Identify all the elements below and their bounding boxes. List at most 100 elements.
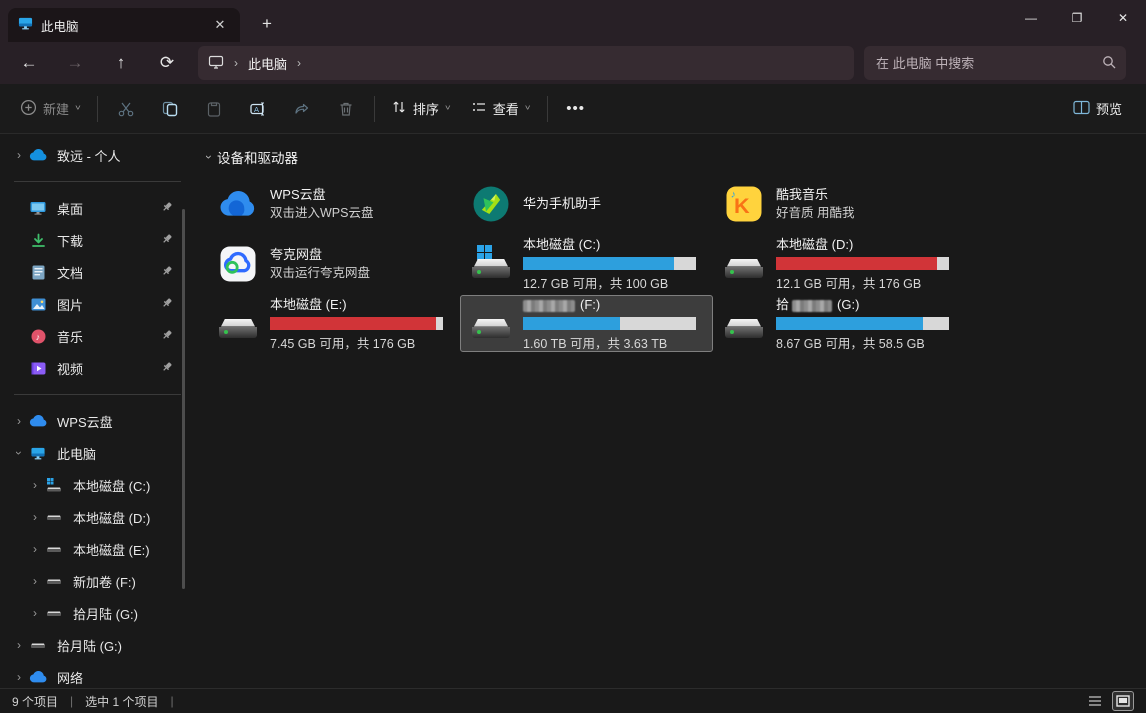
minimize-button[interactable]: — (1008, 0, 1054, 36)
new-tab-button[interactable]: + (254, 11, 280, 37)
back-button[interactable]: ← (12, 47, 46, 79)
sidebar-item-drive-c[interactable]: › 本地磁盘 (C:) (0, 469, 195, 501)
cloud-icon (28, 415, 48, 427)
large-icons-view-button[interactable] (1112, 691, 1134, 711)
chevron-right-icon[interactable]: › (26, 606, 44, 620)
share-button[interactable] (280, 92, 324, 126)
item-kuwo-music[interactable]: K♪ 酷我音乐 好音质 用酷我 (713, 175, 966, 232)
sidebar-item-label: 此电脑 (57, 444, 96, 463)
chevron-right-icon[interactable]: › (297, 56, 301, 70)
sidebar-item-drive-g[interactable]: › 拾月陆 (G:) (0, 597, 195, 629)
sidebar-item-label: 新加卷 (F:) (73, 572, 136, 591)
view-list-icon (471, 99, 487, 118)
sidebar-item-onedrive[interactable]: › 致远 - 个人 (0, 139, 195, 171)
cut-button[interactable] (104, 92, 148, 126)
chevron-right-icon[interactable]: › (10, 638, 28, 652)
up-button[interactable]: ↑ (104, 47, 138, 79)
refresh-button[interactable]: ⟳ (150, 47, 184, 79)
this-pc-icon (18, 16, 33, 34)
item-huawei-assistant[interactable]: 华为手机助手 (460, 175, 713, 232)
item-wps-cloud[interactable]: WPS云盘 双击进入WPS云盘 (207, 175, 460, 232)
sidebar-item-drive-f[interactable]: › 新加卷 (F:) (0, 565, 195, 597)
item-quark-cloud[interactable]: 夸克网盘 双击运行夸克网盘 (207, 235, 460, 292)
item-drive-f-selected[interactable]: (F:) 1.60 TB 可用，共 3.63 TB (460, 295, 713, 352)
sort-button[interactable]: 排序 ˅ (381, 92, 461, 126)
music-icon: ♪ (28, 329, 48, 344)
chevron-right-icon[interactable]: › (10, 670, 28, 684)
drive-c-icon (44, 478, 64, 492)
delete-button[interactable] (324, 92, 368, 126)
sidebar-item-videos[interactable]: 视频 (0, 352, 195, 384)
pin-icon (161, 265, 173, 280)
chevron-right-icon[interactable]: › (10, 148, 28, 162)
item-name: 华为手机助手 (523, 194, 696, 213)
sidebar-item-desktop[interactable]: 桌面 (0, 192, 195, 224)
item-name: 酷我音乐 (776, 185, 949, 204)
desktop-icon (28, 201, 48, 215)
item-drive-g[interactable]: 拾(G:) 8.67 GB 可用，共 58.5 GB (713, 295, 966, 352)
explorer-tab[interactable]: 此电脑 ✕ (8, 8, 240, 42)
command-bar: 新建 ˅ A 排序 ˅ (0, 84, 1146, 134)
sidebar-item-label: 本地磁盘 (D:) (73, 508, 150, 527)
sidebar-item-drive-e[interactable]: › 本地磁盘 (E:) (0, 533, 195, 565)
item-drive-c[interactable]: 本地磁盘 (C:) 12.7 GB 可用，共 100 GB (460, 235, 713, 292)
sidebar-item-downloads[interactable]: 下载 (0, 224, 195, 256)
chevron-right-icon[interactable]: › (10, 414, 28, 428)
item-subtitle: 好音质 用酷我 (776, 204, 949, 223)
sidebar-item-music[interactable]: ♪ 音乐 (0, 320, 195, 352)
sidebar-item-label: 本地磁盘 (E:) (73, 540, 150, 559)
search-icon[interactable] (1102, 55, 1116, 72)
item-drive-e[interactable]: 本地磁盘 (E:) 7.45 GB 可用，共 176 GB (207, 295, 460, 352)
chevron-down-icon: ˅ (75, 104, 81, 113)
selected-count: 选中 1 个项目 (85, 693, 158, 710)
chevron-right-icon[interactable]: › (26, 510, 44, 524)
tab-close-icon[interactable]: ✕ (210, 15, 230, 35)
search-input[interactable] (874, 55, 1102, 72)
breadcrumb[interactable]: › 此电脑 › (198, 46, 854, 80)
preview-toggle-button[interactable]: 预览 (1063, 92, 1132, 126)
sidebar-item-drive-d[interactable]: › 本地磁盘 (D:) (0, 501, 195, 533)
sidebar-item-pictures[interactable]: 图片 (0, 288, 195, 320)
capacity-bar-fill (523, 317, 620, 330)
copy-button[interactable] (148, 92, 192, 126)
chevron-down-icon[interactable]: › (12, 444, 26, 462)
chevron-right-icon: › (234, 56, 238, 70)
sidebar-item-this-pc[interactable]: › 此电脑 (0, 437, 195, 469)
view-button-label: 查看 (493, 99, 519, 118)
sidebar-item-wps-cloud[interactable]: › WPS云盘 (0, 405, 195, 437)
sidebar-scrollbar[interactable] (182, 209, 185, 589)
new-button[interactable]: 新建 ˅ (10, 92, 91, 126)
forward-button[interactable]: → (58, 47, 92, 79)
more-options-button[interactable]: ••• (554, 92, 598, 126)
huawei-assistant-icon (469, 184, 513, 224)
search-box[interactable] (864, 46, 1126, 80)
chevron-down-icon[interactable]: › (202, 155, 216, 159)
sidebar-item-drive-g-root[interactable]: › 拾月陆 (G:) (0, 629, 195, 661)
censored-text (792, 300, 832, 312)
sidebar-item-documents[interactable]: 文档 (0, 256, 195, 288)
window-controls: — ❐ ✕ (1008, 0, 1146, 36)
kuwo-music-icon: K♪ (722, 184, 766, 224)
breadcrumb-location[interactable]: 此电脑 (248, 54, 287, 73)
capacity-bar (523, 317, 696, 330)
capacity-bar-fill (776, 317, 923, 330)
section-devices-and-drives[interactable]: › 设备和驱动器 (207, 145, 1146, 169)
sidebar-divider (14, 181, 181, 182)
close-button[interactable]: ✕ (1100, 0, 1146, 36)
rename-button[interactable]: A (236, 92, 280, 126)
item-drive-d[interactable]: 本地磁盘 (D:) 12.1 GB 可用，共 176 GB (713, 235, 966, 292)
chevron-right-icon[interactable]: › (26, 574, 44, 588)
view-button[interactable]: 查看 ˅ (461, 92, 541, 126)
maximize-button[interactable]: ❐ (1054, 0, 1100, 36)
status-separator: | (170, 694, 173, 708)
chevron-right-icon[interactable]: › (26, 478, 44, 492)
sidebar-item-label: 网络 (57, 668, 83, 687)
details-view-button[interactable] (1084, 691, 1106, 711)
paste-button[interactable] (192, 92, 236, 126)
sidebar-item-label: 拾月陆 (G:) (57, 636, 122, 655)
chevron-right-icon[interactable]: › (26, 542, 44, 556)
sort-button-label: 排序 (413, 99, 439, 118)
chevron-down-icon: ˅ (525, 104, 531, 113)
sidebar-item-label: 桌面 (57, 199, 83, 218)
sidebar-item-network[interactable]: › 网络 (0, 661, 195, 689)
